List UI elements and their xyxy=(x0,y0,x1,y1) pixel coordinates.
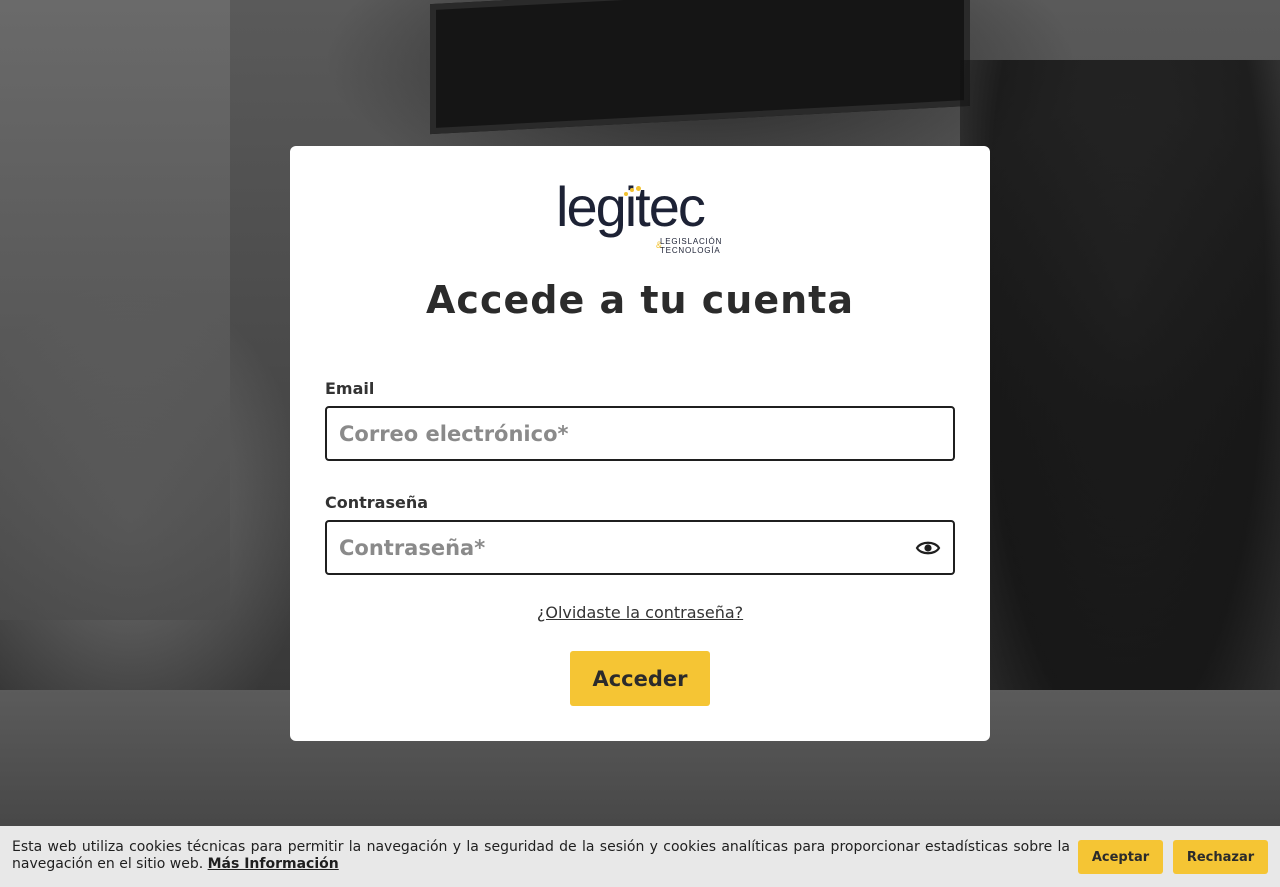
eye-icon[interactable] xyxy=(915,536,941,560)
background-window xyxy=(0,0,230,620)
brand-logo: legitec & LEGISLACIÓN TECNOLOGÍA xyxy=(556,175,726,255)
email-field[interactable] xyxy=(327,408,953,459)
forgot-password: ¿Olvidaste la contraseña? xyxy=(290,603,990,622)
brand-tagline-line2: TECNOLOGÍA xyxy=(660,246,721,255)
login-button[interactable]: Acceder xyxy=(570,651,710,706)
cookie-banner: Esta web utiliza cookies técnicas para p… xyxy=(0,826,1280,887)
cookie-message-text: Esta web utiliza cookies técnicas para p… xyxy=(12,839,1070,872)
password-field[interactable] xyxy=(327,522,953,573)
forgot-password-link[interactable]: ¿Olvidaste la contraseña? xyxy=(537,603,743,622)
password-label: Contraseña xyxy=(325,493,429,512)
cookie-accept-button[interactable]: Aceptar xyxy=(1078,840,1163,874)
brand-tagline-line1: LEGISLACIÓN xyxy=(660,237,723,246)
brand-logo-tagline: LEGISLACIÓN TECNOLOGÍA xyxy=(660,237,722,255)
brand-logo-dots xyxy=(624,186,642,198)
password-field-wrapper xyxy=(325,520,955,575)
email-label: Email xyxy=(325,379,375,398)
cookie-message: Esta web utiliza cookies técnicas para p… xyxy=(12,839,1070,873)
brand-logo-wordmark: legitec xyxy=(556,175,706,238)
background-tv xyxy=(430,0,970,135)
cookie-more-info-link[interactable]: Más Información xyxy=(208,856,339,872)
page-title: Accede a tu cuenta xyxy=(426,278,854,322)
cookie-reject-button[interactable]: Rechazar xyxy=(1173,840,1268,874)
email-field-wrapper xyxy=(325,406,955,461)
